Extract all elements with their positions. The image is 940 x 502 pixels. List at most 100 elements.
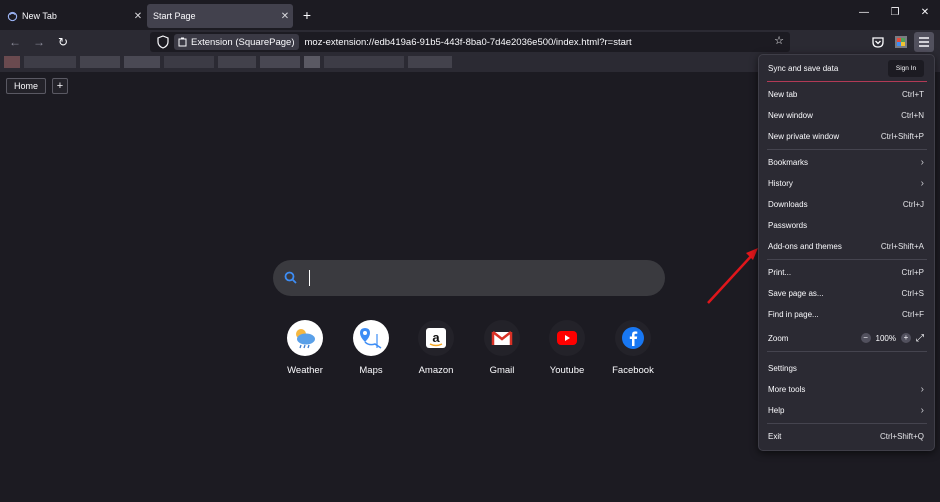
menu-item-find-in-page[interactable]: Find in page... Ctrl+F [759, 304, 934, 324]
shortcut-facebook[interactable]: Facebook [600, 320, 666, 376]
menu-item-label: Bookmarks [768, 157, 809, 167]
app-menu-button[interactable] [914, 32, 934, 52]
search-input[interactable] [307, 266, 647, 290]
menu-item-shortcut: Ctrl+Shift+P [880, 131, 924, 141]
menu-item-new-window[interactable]: New window Ctrl+N [759, 105, 934, 125]
blurred-bookmark[interactable] [218, 56, 256, 68]
menu-item-shortcut: Ctrl+F [902, 309, 924, 319]
blurred-bookmark[interactable] [24, 56, 76, 68]
menu-item-shortcut: Ctrl+J [902, 199, 924, 209]
menu-item-settings[interactable]: Settings [759, 358, 934, 378]
sign-in-button[interactable]: Sign In [888, 60, 924, 77]
menu-item-label: Find in page... [768, 309, 819, 319]
blurred-bookmark[interactable] [4, 56, 20, 68]
divider [767, 259, 927, 260]
menu-item-more-tools[interactable]: More tools › [759, 379, 934, 399]
blurred-bookmark[interactable] [124, 56, 160, 68]
forward-icon[interactable]: → [31, 34, 47, 50]
reload-icon[interactable]: ↻ [55, 34, 71, 50]
new-tab-button[interactable]: + [299, 6, 315, 24]
annotation-arrow-icon [707, 248, 758, 304]
menu-item-exit[interactable]: Exit Ctrl+Shift+Q [759, 426, 934, 446]
menu-item-help[interactable]: Help › [759, 400, 934, 420]
menu-item-label: Add-ons and themes [768, 241, 842, 251]
minimize-icon[interactable]: — [857, 7, 871, 18]
fullscreen-icon[interactable]: ⤢ [916, 333, 924, 344]
menu-item-label: New tab [768, 89, 798, 99]
divider [767, 81, 927, 82]
firefox-icon [7, 11, 18, 21]
menu-item-zoom: Zoom − 100% + ⤢ [759, 328, 934, 348]
shortcut-weather[interactable]: Weather [272, 320, 338, 376]
url-bar[interactable]: Extension (SquarePage) moz-extension://e… [150, 32, 790, 52]
menu-item-label: Downloads [768, 199, 808, 209]
zoom-in-button[interactable]: + [901, 333, 911, 343]
tab-start-page[interactable]: Start Page ✕ [147, 4, 293, 28]
blurred-bookmark[interactable] [80, 56, 120, 68]
menu-item-addons-and-themes[interactable]: Add-ons and themes Ctrl+Shift+A [759, 236, 934, 256]
extension-icon[interactable] [893, 34, 909, 50]
search-icon [284, 271, 297, 284]
close-window-icon[interactable]: ✕ [918, 7, 932, 18]
shortcut-label: Gmail [489, 365, 515, 376]
extension-label: Extension (SquarePage) [191, 36, 295, 48]
menu-item-new-tab[interactable]: New tab Ctrl+T [759, 84, 934, 104]
pocket-icon[interactable] [870, 34, 886, 50]
zoom-out-button[interactable]: − [860, 333, 871, 343]
menu-item-label: New window [768, 110, 813, 120]
bookmark-star-icon[interactable]: ☆ [774, 34, 784, 47]
blurred-bookmark[interactable] [304, 56, 320, 68]
blurred-bookmark[interactable] [260, 56, 300, 68]
search-bar[interactable] [273, 260, 665, 296]
shortcut-gmail[interactable]: Gmail [469, 320, 535, 376]
back-icon[interactable]: ← [7, 34, 23, 50]
tab-new-tab[interactable]: New Tab ✕ [0, 4, 146, 28]
add-tab-button[interactable]: + [52, 78, 68, 94]
menu-item-save-page-as[interactable]: Save page as... Ctrl+S [759, 283, 934, 303]
url-text[interactable]: moz-extension://edb419a6-91b5-443f-8ba0-… [305, 37, 632, 48]
shortcut-label: Amazon [418, 365, 454, 376]
zoom-level[interactable]: 100% [876, 334, 896, 343]
shortcut-youtube[interactable]: Youtube [534, 320, 600, 376]
close-tab-icon[interactable]: ✕ [130, 11, 146, 22]
gmail-icon [484, 320, 520, 356]
blurred-bookmark[interactable] [408, 56, 452, 68]
menu-item-shortcut: Ctrl+Shift+A [880, 241, 924, 251]
menu-item-label: Help [768, 405, 785, 415]
maximize-icon[interactable]: ❐ [888, 7, 902, 18]
blurred-bookmark[interactable] [164, 56, 214, 68]
shortcut-amazon[interactable]: a Amazon [403, 320, 469, 376]
menu-item-bookmarks[interactable]: Bookmarks › [759, 152, 934, 172]
shortcut-maps[interactable]: Maps [338, 320, 404, 376]
menu-item-label: Passwords [768, 220, 808, 230]
menu-item-downloads[interactable]: Downloads Ctrl+J [759, 194, 934, 214]
shield-icon[interactable] [155, 34, 171, 50]
weather-icon [287, 320, 323, 356]
menu-item-passwords[interactable]: Passwords [759, 215, 934, 235]
divider [767, 149, 927, 150]
menu-item-new-private-window[interactable]: New private window Ctrl+Shift+P [759, 126, 934, 146]
tab-label: Start Page [153, 11, 196, 21]
shortcut-label: Weather [287, 365, 323, 376]
chevron-right-icon: › [920, 383, 924, 395]
zoom-controls: − 100% + ⤢ [860, 333, 924, 344]
shortcut-label: Facebook [612, 365, 654, 376]
shortcut-label: Maps [359, 365, 383, 376]
blurred-bookmark[interactable] [324, 56, 404, 68]
facebook-icon [615, 320, 651, 356]
puzzle-icon [178, 37, 187, 47]
menu-item-label: Save page as... [768, 288, 824, 298]
menu-item-shortcut: Ctrl+S [901, 288, 924, 298]
menu-item-print[interactable]: Print... Ctrl+P [759, 262, 934, 282]
extension-identity-chip[interactable]: Extension (SquarePage) [174, 34, 299, 50]
home-tab[interactable]: Home [6, 78, 47, 94]
divider [767, 423, 927, 424]
menu-item-history[interactable]: History › [759, 173, 934, 193]
close-tab-icon[interactable]: ✕ [277, 11, 293, 22]
youtube-icon [549, 320, 585, 356]
menu-item-label: New private window [768, 131, 840, 141]
navigation-bar: ← → ↻ Extension (SquarePage) moz-extensi… [0, 30, 940, 54]
menu-item-shortcut: Ctrl+Shift+Q [879, 431, 924, 441]
tab-label: New Tab [22, 11, 57, 21]
tab-bar: New Tab ✕ Start Page ✕ + — ❐ ✕ [0, 0, 940, 30]
